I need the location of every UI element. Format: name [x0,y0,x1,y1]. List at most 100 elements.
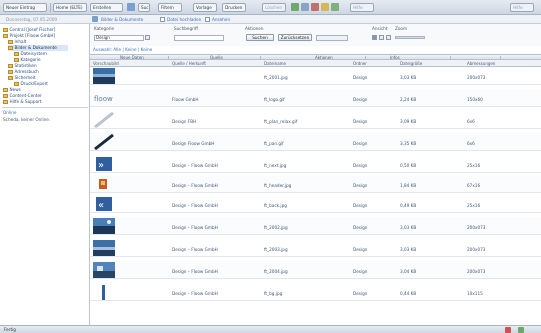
delete-button[interactable]: Löschen [262,3,286,12]
breadcrumb-icon [92,16,98,22]
zoom-slider[interactable] [395,36,425,39]
dimensions-cell: 200x073 [467,269,486,274]
table-row[interactable]: Design Floow GmbH ft_pan.gif Design 3,35… [90,133,541,151]
col-filesize[interactable]: Dateigröße [400,61,422,66]
source-cell: Design – Floow GmbH [172,291,218,296]
list-view-icon[interactable] [372,35,377,40]
searchterm-label: Suchbegriff [174,26,198,31]
sidebar-divider [2,107,88,108]
category-select[interactable]: Design [94,35,144,41]
network-icon[interactable] [518,327,524,333]
filter-panel: Kategorie Design Suchbegriff Aktionen Su… [90,24,541,46]
search-button[interactable]: Suchen [138,3,150,12]
svg-text:»: » [98,160,104,171]
table-row[interactable]: ft_2001.jpg Design 3,03 KB 200x073 [90,67,541,85]
reset-button[interactable]: Zurücksetzen [278,34,312,41]
refresh-icon[interactable] [331,3,339,11]
sidebar-item-hilfe[interactable]: Hilfe & Support [3,99,42,105]
sidebar-item-label: Content-Center [9,93,42,98]
category-label: Kategorie [94,26,115,31]
table-row[interactable]: » Design – Floow GmbH ft_next.jpg Design… [90,155,541,173]
sidebar-item-label: Statistiken [14,63,37,68]
dimensions-cell: 200x073 [467,225,486,230]
paste-icon[interactable] [321,3,329,11]
table-row[interactable]: « Design – Floow GmbH ft_back.jpg Design… [90,195,541,213]
folder-cell: Design [353,291,368,296]
source-cell: Design – Floow GmbH [172,225,218,230]
table-row[interactable]: Design FBH ft_plan_relax.gif Design 3,09… [90,111,541,129]
view-checkbox[interactable] [205,17,210,22]
filename-cell: ft_back.jpg [264,203,287,208]
back-icon[interactable] [127,3,135,11]
folder-cell: Design [353,225,368,230]
source-cell: Design Floow GmbH [172,141,215,146]
table-row[interactable]: Design – Floow GmbH ft_2004.jpg Design 3… [90,261,541,279]
dimensions-cell: 25x16 [467,203,481,208]
search-submit-button[interactable]: Suchen [246,34,274,41]
filename-cell: ft_next.jpg [264,163,287,168]
view-label: Ansicht [372,26,388,31]
filesize-cell: 3,03 KB [400,225,417,230]
sidebar-item-label: Kategorie [20,57,41,62]
table-row[interactable]: floow Floow GmbH ft_logo.gif Design 2,24… [90,89,541,107]
category-dropdown-icon[interactable] [145,35,150,40]
folder-icon [8,64,13,68]
toolbar-divider [50,3,51,12]
zoom-label: Zoom [395,26,408,31]
col-folder[interactable]: Ordner [353,61,367,66]
new-entry-button[interactable]: Neuer Eintrag [3,3,47,12]
cut-icon[interactable] [311,3,319,11]
extra-button[interactable]: Hilfe [350,3,374,12]
col-dimensions[interactable]: Abmessungen [467,61,495,66]
filename-cell: ft_2002.jpg [264,225,288,230]
source-cell: Design – Floow GmbH [172,183,218,188]
copy-icon[interactable] [301,3,309,11]
home-button[interactable]: Home (ELTE) [53,3,87,12]
status-text: Fertig [4,327,16,332]
save-icon[interactable] [291,3,299,11]
sidebar-item-label: Projekt [Floow GmbH] [9,33,56,38]
upload-checkbox[interactable] [160,17,165,22]
breadcrumb-images-link[interactable]: Bilder & Dokumente [101,16,143,23]
grid-view-icon[interactable] [379,35,384,40]
error-icon[interactable] [505,327,511,333]
selection-links[interactable]: Auswahl: Alle | Keine | Keine [90,46,541,54]
upload-link[interactable]: Datei hochladen [167,16,201,23]
svg-text:«: « [98,200,104,211]
online-status-text: Scheda, keiner Online. [3,117,51,122]
print-button[interactable]: Drucken [222,3,246,12]
sidebar-item-label: Bilder & Dokumente [14,45,57,50]
thumb-view-icon[interactable] [386,35,391,40]
source-cell: Design – Floow GmbH [172,247,218,252]
help-button[interactable]: Hilfe [510,3,534,12]
dimensions-cell: 25x16 [467,163,481,168]
filename-cell: ft_2004.jpg [264,269,288,274]
filesize-cell: 3,35 KB [400,141,417,146]
filename-cell: ft_2001.jpg [264,75,288,80]
table-row[interactable]: Design – Floow GmbH ft_header.jpg Design… [90,175,541,193]
sidebar-item-label: Inhalt [14,39,27,44]
view-link[interactable]: Ansehen [212,16,230,23]
create-dropdown[interactable]: Erstellen [90,3,123,12]
online-heading: Online [3,110,17,115]
col-source[interactable]: Quelle / Herkunft [172,61,206,66]
thumbnail-landscape [93,68,115,84]
thumbnail-next-arrow: » [93,156,115,172]
sidebar-item-label: Hilfe & Support [9,99,42,104]
table-row[interactable]: Design – Floow GmbH ft_2003.jpg Design 3… [90,239,541,257]
filename-cell: ft_pan.gif [264,141,284,146]
action-select[interactable] [316,35,348,41]
folder-icon [14,52,19,56]
searchterm-input[interactable] [174,35,224,41]
thumbnail-logo: floow [93,90,115,106]
folder-icon [3,88,8,92]
thumbnail-header [93,176,115,192]
template-button[interactable]: Vorlage [193,3,217,12]
filter-button[interactable]: Filtern [158,3,182,12]
col-filename[interactable]: Dateiname [264,61,286,66]
table-row[interactable]: Design – Floow GmbH ft_bg.jpg Design 0,4… [90,283,541,301]
col-preview[interactable]: Vorschaubild [93,61,119,66]
filesize-cell: 0,44 KB [400,291,417,296]
dimensions-cell: 200x073 [467,247,486,252]
table-row[interactable]: Design – Floow GmbH ft_2002.jpg Design 3… [90,217,541,235]
